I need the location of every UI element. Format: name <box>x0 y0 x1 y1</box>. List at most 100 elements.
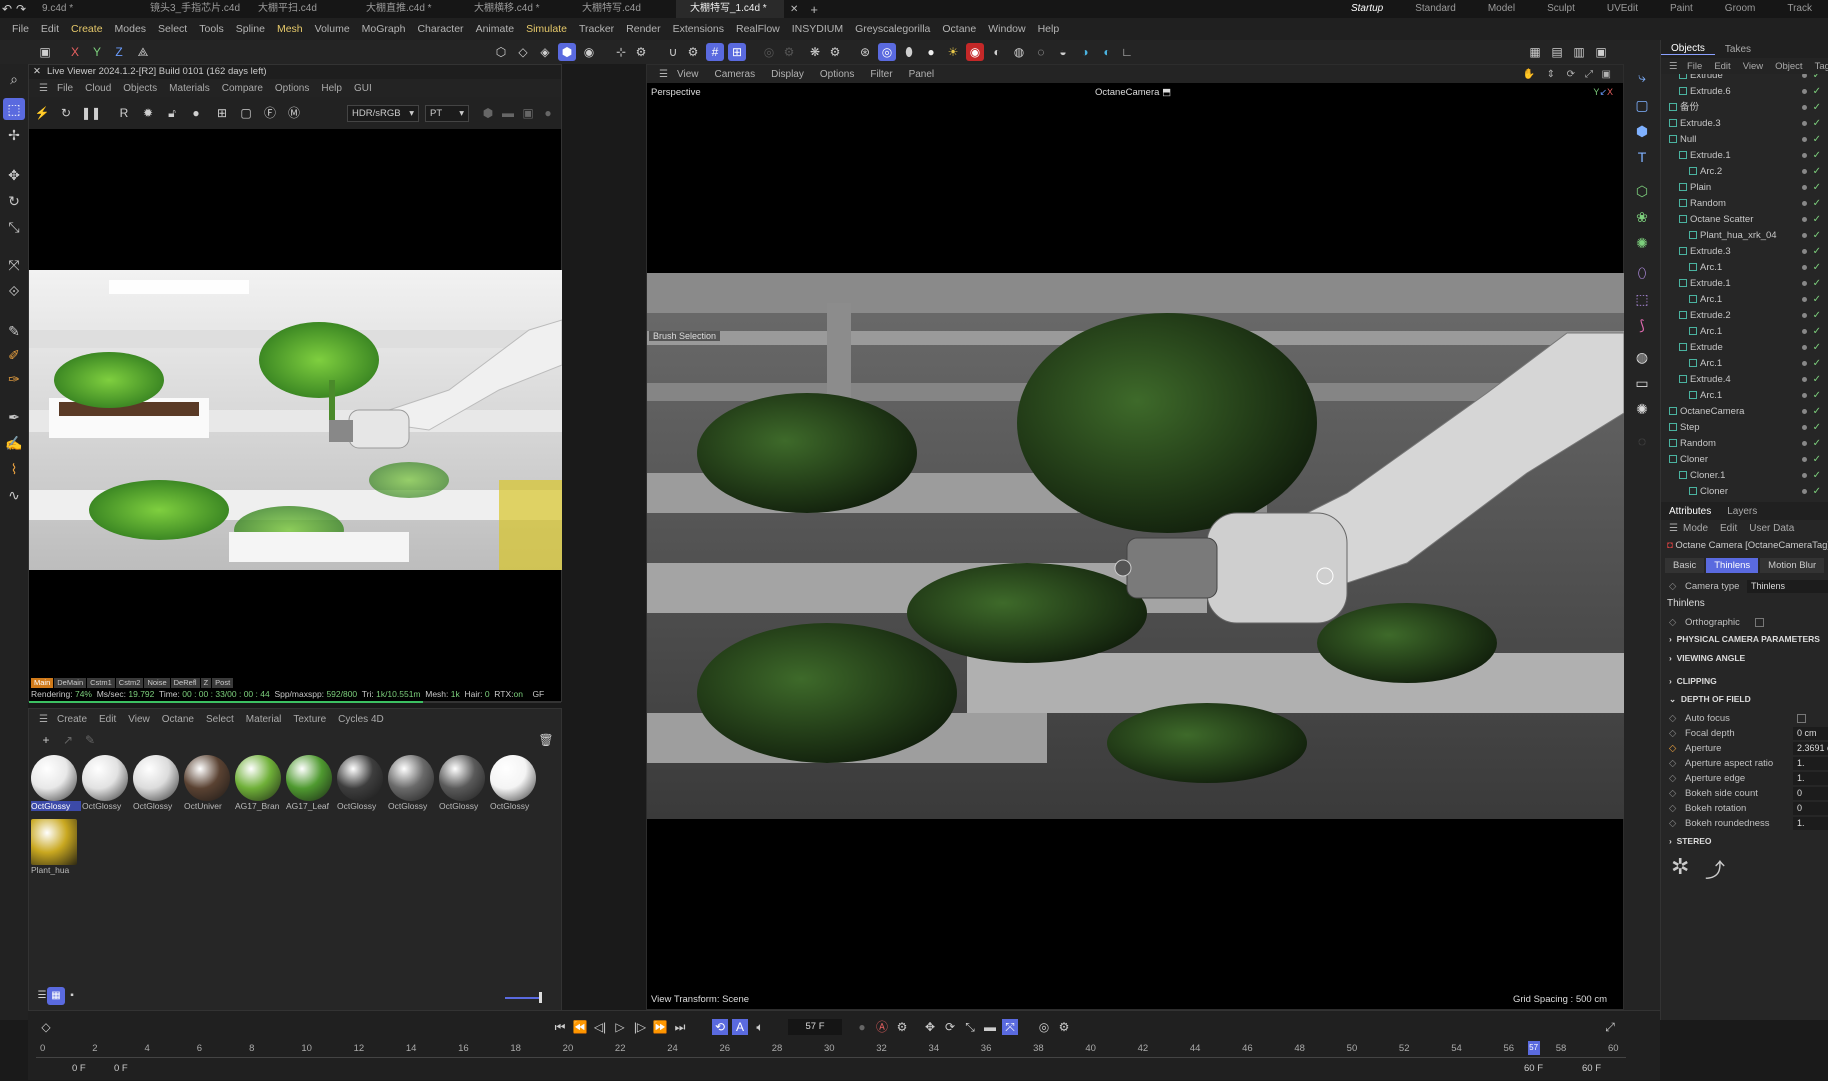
enabled-check-icon[interactable]: ✓ <box>1813 212 1821 228</box>
lv-menu-item[interactable]: Options <box>269 83 315 94</box>
material-swatch[interactable]: Plant_hua <box>31 819 79 875</box>
obj-menu-item[interactable]: Object <box>1769 61 1808 72</box>
enabled-check-icon[interactable]: ✓ <box>1813 74 1821 84</box>
link-icon[interactable]: ↗ <box>59 731 77 749</box>
dof-param-value[interactable]: 1. <box>1793 817 1828 830</box>
scatter-icon[interactable]: ❋ <box>806 43 824 61</box>
render-region-icon[interactable]: ▦ <box>1526 43 1544 61</box>
enabled-check-icon[interactable]: ✓ <box>1813 116 1821 132</box>
vp-menu-item[interactable]: Display <box>763 69 812 80</box>
layout-startup[interactable]: Startup <box>1335 0 1399 18</box>
object-row[interactable]: Cloner.1 ✓ <box>1661 468 1828 484</box>
render-view-icon[interactable]: ▤ <box>1548 43 1566 61</box>
snap-settings-icon[interactable]: ⚙ <box>684 43 702 61</box>
scale-icon[interactable]: ⤡ <box>3 216 25 238</box>
pass-chip[interactable]: Cstm1 <box>87 678 115 688</box>
z-axis-icon[interactable]: Z <box>110 43 128 61</box>
visibility-dot[interactable] <box>1802 89 1807 94</box>
menu-realflow[interactable]: RealFlow <box>730 23 786 35</box>
send-scene-icon[interactable]: ⚡ <box>33 104 51 122</box>
visibility-dot[interactable] <box>1802 201 1807 206</box>
enabled-check-icon[interactable]: ✓ <box>1813 420 1821 436</box>
move-icon[interactable]: ✥ <box>3 164 25 186</box>
object-row[interactable]: Cloner ✓ <box>1661 452 1828 468</box>
camera-icon[interactable]: ▣ <box>519 104 537 122</box>
edit-icon[interactable]: ✎ <box>81 731 99 749</box>
lock-icon[interactable]: 🔓︎ <box>163 104 181 122</box>
menu-edit[interactable]: Edit <box>35 23 65 35</box>
transform-icon[interactable]: ⤧ <box>3 254 25 276</box>
menu-volume[interactable]: Volume <box>309 23 356 35</box>
mat-menu-item[interactable]: Edit <box>93 714 122 725</box>
globe-icon[interactable]: ◍ <box>1010 43 1028 61</box>
enabled-check-icon[interactable]: ✓ <box>1813 452 1821 468</box>
enabled-check-icon[interactable]: ✓ <box>1813 260 1821 276</box>
cube-outline-icon[interactable]: ▢ <box>1631 94 1653 116</box>
object-row[interactable]: Extrude.6 ✓ <box>1661 84 1828 100</box>
enabled-check-icon[interactable]: ✓ <box>1813 468 1821 484</box>
attr-menu-item[interactable]: Edit <box>1714 523 1743 534</box>
text-icon[interactable]: T <box>1631 146 1653 168</box>
light-object-icon[interactable]: ✺ <box>1631 398 1653 420</box>
enabled-check-icon[interactable]: ✓ <box>1813 372 1821 388</box>
enabled-check-icon[interactable]: ✓ <box>1813 484 1821 500</box>
color-icon[interactable]: ◐ <box>1098 43 1116 61</box>
tab-takes[interactable]: Takes <box>1715 44 1761 55</box>
visibility-dot[interactable] <box>1802 457 1807 462</box>
brush-icon[interactable]: ✐ <box>3 344 25 366</box>
enabled-check-icon[interactable]: ✓ <box>1813 356 1821 372</box>
object-row[interactable]: Null ✓ <box>1661 132 1828 148</box>
coordinate-system-icon[interactable]: ⟁ <box>134 43 152 61</box>
menu-file[interactable]: File <box>6 23 35 35</box>
add-material-icon[interactable]: + <box>37 731 55 749</box>
menu-extensions[interactable]: Extensions <box>667 23 730 35</box>
knife-icon[interactable]: ✎ <box>3 320 25 342</box>
region-icon[interactable]: R <box>115 104 133 122</box>
layout-uvedit[interactable]: UVEdit <box>1591 0 1654 18</box>
menu-help[interactable]: Help <box>1032 23 1066 35</box>
attr-menu-item[interactable]: User Data <box>1743 523 1800 534</box>
enabled-check-icon[interactable]: ✓ <box>1813 388 1821 404</box>
layout-track[interactable]: Track <box>1771 0 1828 18</box>
points-mode-icon[interactable]: ◇ <box>514 43 532 61</box>
frame-ruler[interactable]: 0 2 4 6 8 10 12 14 16 18 20 22 24 26 28 30 32 34 36 38 40 42 4… <box>28 1011 1660 1081</box>
tab-objects[interactable]: Objects <box>1661 43 1715 55</box>
spline-deformer-icon[interactable]: ⟆ <box>1631 314 1653 336</box>
enabled-check-icon[interactable]: ✓ <box>1813 324 1821 340</box>
menu-character[interactable]: Character <box>411 23 469 35</box>
end-frame-field[interactable]: 60 F <box>1582 1063 1601 1074</box>
subtab-motion-blur[interactable]: Motion Blur <box>1760 558 1825 573</box>
add-tab-icon[interactable]: + <box>804 2 824 17</box>
hamburger-icon[interactable]: ☰ <box>1663 523 1684 534</box>
model-mode-icon[interactable]: ⬡ <box>492 43 510 61</box>
object-row[interactable]: Arc.1 ✓ <box>1661 356 1828 372</box>
field-icon[interactable]: ⬚ <box>1631 288 1653 310</box>
spline-tool-icon[interactable]: ⤷ <box>1631 66 1653 88</box>
render-icon[interactable]: ◉ <box>966 43 984 61</box>
enabled-check-icon[interactable]: ✓ <box>1813 404 1821 420</box>
close-icon[interactable]: ✕ <box>784 4 804 15</box>
pass-chip[interactable]: Z <box>200 678 212 688</box>
menu-render[interactable]: Render <box>620 23 666 35</box>
camera-object-icon[interactable]: ▭ <box>1631 372 1653 394</box>
visibility-dot[interactable] <box>1802 281 1807 286</box>
object-row[interactable]: Extrude ✓ <box>1661 340 1828 356</box>
viewport-scene-render[interactable] <box>647 273 1624 819</box>
menu-greyscalegorilla[interactable]: Greyscalegorilla <box>849 23 936 35</box>
materials-icon[interactable]: ◐ <box>988 43 1006 61</box>
visibility-dot[interactable] <box>1802 74 1807 78</box>
doc-tab-active[interactable]: 大棚特写_1.c4d * <box>676 0 784 18</box>
bars-icon[interactable]: ▬ <box>499 104 517 122</box>
obj-menu-item[interactable]: View <box>1737 61 1769 72</box>
forward-icon[interactable]: ↷ <box>14 0 28 18</box>
viewport-layout-icon[interactable]: ▣ <box>1594 69 1619 80</box>
kernel-dropdown[interactable]: PT ▾ <box>425 105 469 122</box>
add-region-icon[interactable]: ⊞ <box>213 104 231 122</box>
visibility-dot[interactable] <box>1802 217 1807 222</box>
doc-tab[interactable]: 镜头3_手指芯片.c4d <box>136 0 244 18</box>
section-physical-camera[interactable]: › PHYSICAL CAMERA PARAMETERS <box>1669 634 1820 644</box>
visibility-dot[interactable] <box>1802 441 1807 446</box>
close-icon[interactable]: ✕ <box>33 65 41 79</box>
visibility-dot[interactable] <box>1802 137 1807 142</box>
hexagon-icon[interactable]: ⬢ <box>479 104 497 122</box>
